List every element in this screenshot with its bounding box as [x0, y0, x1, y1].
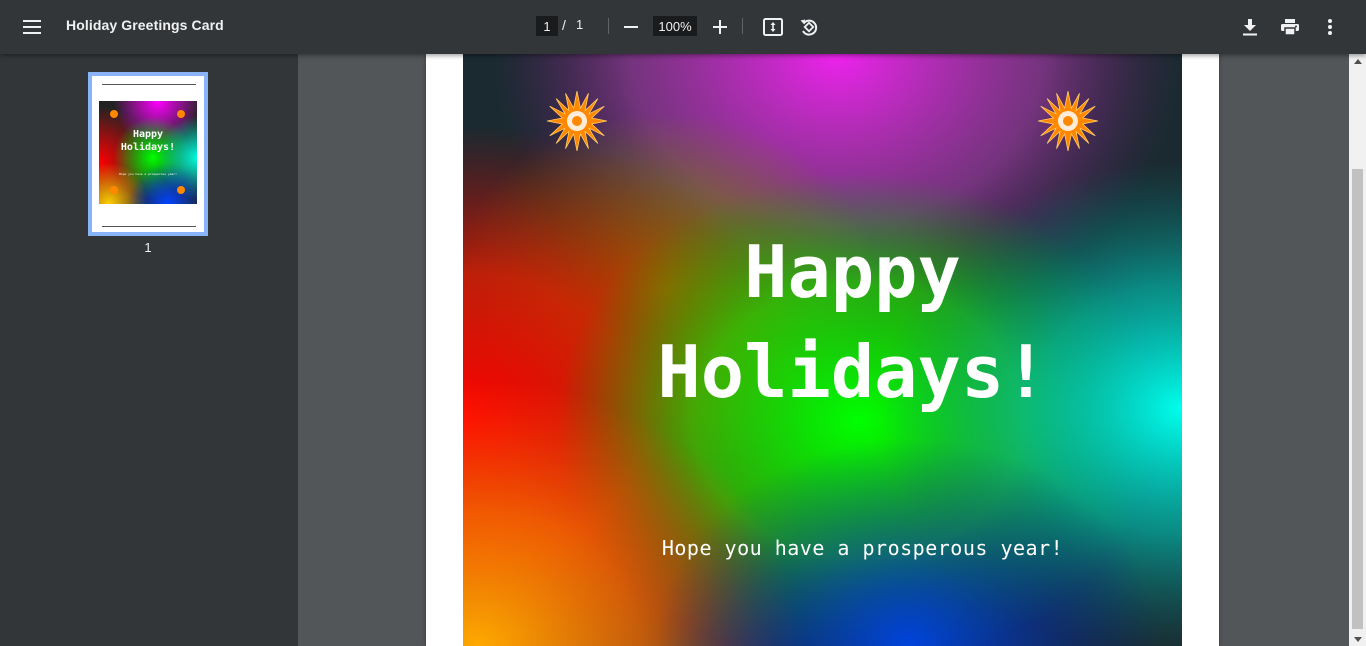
scroll-down-button[interactable]	[1349, 632, 1366, 646]
vertical-scrollbar[interactable]	[1349, 54, 1366, 646]
toolbar-divider	[742, 18, 743, 34]
rotate-button[interactable]	[793, 11, 825, 43]
sunburst-icon	[1038, 91, 1098, 151]
thumbnail-sidebar: Happy Holidays! Hope you have a prospero…	[0, 54, 298, 646]
zoom-out-button[interactable]	[615, 11, 647, 43]
zoom-input[interactable]	[653, 16, 697, 36]
card-subtitle: Hope you have a prosperous year!	[661, 536, 1064, 560]
zoom-in-button[interactable]	[704, 11, 736, 43]
more-options-button[interactable]	[1314, 11, 1346, 43]
scroll-up-arrow-icon	[1353, 58, 1362, 64]
scroll-down-arrow-icon	[1353, 636, 1362, 642]
thumbnail-card-preview: Happy Holidays! Hope you have a prospero…	[99, 101, 197, 204]
greeting-card: Happy Holidays! Hope you have a prospero…	[463, 54, 1182, 646]
pdf-toolbar: Holiday Greetings Card / 1	[0, 0, 1366, 54]
scrollbar-thumb[interactable]	[1352, 169, 1363, 629]
fit-to-page-icon	[763, 18, 783, 36]
fit-to-page-button[interactable]	[757, 11, 789, 43]
print-icon	[1281, 19, 1299, 35]
page-number-input[interactable]	[536, 16, 558, 36]
page-separator: /	[562, 17, 566, 33]
card-title: Happy Holidays!	[657, 230, 1048, 414]
page-total: 1	[576, 17, 584, 32]
print-button[interactable]	[1274, 11, 1306, 43]
menu-button[interactable]	[16, 11, 48, 43]
thumbnail-subtitle: Hope you have a prosperous year!	[119, 172, 177, 176]
thumbnail-page-number: 1	[144, 240, 152, 255]
page-thumbnail[interactable]: Happy Holidays! Hope you have a prospero…	[88, 72, 208, 236]
document-title: Holiday Greetings Card	[66, 17, 224, 33]
scroll-up-button[interactable]	[1349, 54, 1366, 68]
plus-icon	[713, 20, 727, 34]
download-button[interactable]	[1234, 11, 1266, 43]
thumbnail-rule	[102, 84, 196, 85]
menu-icon	[23, 20, 41, 34]
thumbnail-title: Happy Holidays!	[120, 129, 176, 153]
toolbar-divider	[608, 18, 609, 34]
thumbnail-rule	[102, 226, 196, 227]
pdf-page: Happy Holidays! Hope you have a prospero…	[426, 54, 1219, 646]
rotate-icon	[800, 19, 818, 36]
sunburst-icon	[547, 91, 607, 151]
download-icon	[1243, 18, 1257, 35]
more-vert-icon	[1328, 19, 1332, 35]
minus-icon	[624, 26, 638, 28]
